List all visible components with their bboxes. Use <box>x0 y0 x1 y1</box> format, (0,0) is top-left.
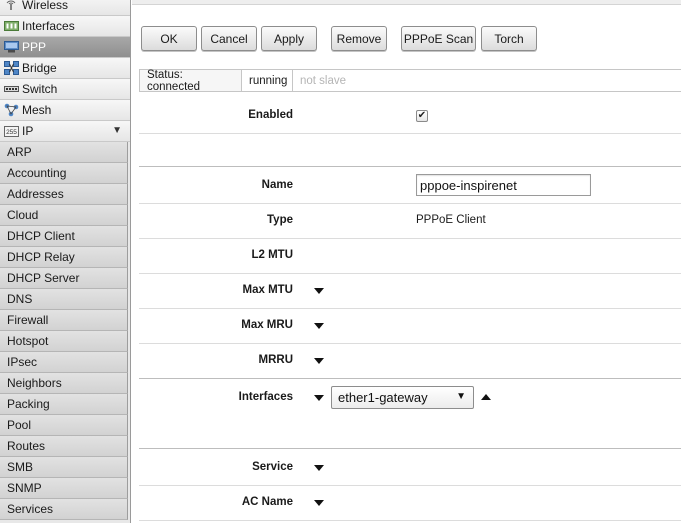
submenu-item-arp[interactable]: ARP <box>0 142 128 163</box>
submenu-item-routes[interactable]: Routes <box>0 436 128 457</box>
remove-button[interactable]: Remove <box>331 26 387 51</box>
submenu-item-pool[interactable]: Pool <box>0 415 128 436</box>
divider <box>139 238 681 239</box>
submenu-item-accounting[interactable]: Accounting <box>0 163 128 184</box>
expand-max-mtu-icon[interactable] <box>314 288 324 294</box>
l2mtu-label: L2 MTU <box>251 249 293 261</box>
name-label: Name <box>261 179 293 191</box>
submenu-item-snmp[interactable]: SNMP <box>0 478 128 499</box>
mesh-icon <box>3 103 19 117</box>
submenu-item-packing[interactable]: Packing <box>0 394 128 415</box>
status-connected: Status: connected <box>139 69 242 93</box>
divider <box>139 133 681 134</box>
submenu-item-cloud[interactable]: Cloud <box>0 205 128 226</box>
chevron-down-icon[interactable]: ▼ <box>112 125 122 136</box>
divider <box>139 203 681 204</box>
sidebar-item-label: Switch <box>22 82 58 96</box>
submenu-item-smb[interactable]: SMB <box>0 457 128 478</box>
type-label: Type <box>267 214 293 226</box>
interfaces-label: Interfaces <box>238 391 293 403</box>
bridge-icon <box>3 61 19 75</box>
torch-button[interactable]: Torch <box>481 26 537 51</box>
ppp-icon <box>3 40 19 54</box>
expand-ac-name-icon[interactable] <box>314 500 324 506</box>
switch-icon <box>3 82 19 96</box>
sidebar-item-wireless[interactable]: Wireless <box>0 0 130 16</box>
interfaces-icon <box>3 19 19 33</box>
submenu-item-dhcp-relay[interactable]: DHCP Relay <box>0 247 128 268</box>
remove-interface-icon[interactable] <box>481 394 491 400</box>
divider <box>139 273 681 274</box>
pppoe-scan-button[interactable]: PPPoE Scan <box>401 26 476 51</box>
max-mtu-label: Max MTU <box>242 284 293 296</box>
section-divider <box>139 448 681 449</box>
sidebar-item-ip[interactable]: 255 IP ▼ <box>0 121 130 142</box>
submenu-item-addresses[interactable]: Addresses <box>0 184 128 205</box>
section-divider <box>139 166 681 167</box>
sidebar-item-interfaces[interactable]: Interfaces <box>0 16 130 37</box>
submenu-item-ipsec[interactable]: IPsec <box>0 352 128 373</box>
sidebar-item-switch[interactable]: Switch <box>0 79 130 100</box>
submenu-item-neighbors[interactable]: Neighbors <box>0 373 128 394</box>
expand-max-mru-icon[interactable] <box>314 323 324 329</box>
dropdown-caret-icon: ▼ <box>456 391 466 402</box>
section-divider <box>139 378 681 379</box>
mrru-label: MRRU <box>258 354 294 366</box>
wireless-icon <box>3 0 19 12</box>
sidebar-item-label: Wireless <box>22 0 69 12</box>
sidebar-item-label: Interfaces <box>22 19 75 33</box>
interfaces-select[interactable]: ether1-gateway ▼ <box>331 386 474 409</box>
top-strip <box>132 0 681 5</box>
cancel-button[interactable]: Cancel <box>201 26 257 51</box>
submenu-item-dhcp-server[interactable]: DHCP Server <box>0 268 128 289</box>
apply-button[interactable]: Apply <box>261 26 317 51</box>
status-running: running <box>242 70 293 91</box>
sidebar-item-label: IP <box>22 124 34 138</box>
sidebar-item-label: Mesh <box>22 103 52 117</box>
interfaces-select-value: ether1-gateway <box>338 390 428 405</box>
ok-button[interactable]: OK <box>141 26 197 51</box>
svg-text:255: 255 <box>6 129 17 136</box>
sidebar: Wireless Interfaces PPP Bridge Switch Me… <box>0 0 131 523</box>
interfaces-collapse-icon[interactable] <box>314 395 324 401</box>
submenu-item-dhcp-client[interactable]: DHCP Client <box>0 226 128 247</box>
type-value: PPPoE Client <box>416 214 486 226</box>
submenu-item-firewall[interactable]: Firewall <box>0 310 128 331</box>
service-label: Service <box>252 461 293 473</box>
check-icon: ✔ <box>417 110 427 121</box>
divider <box>139 308 681 309</box>
submenu-item-dns[interactable]: DNS <box>0 289 128 310</box>
ip-icon: 255 <box>3 124 19 138</box>
expand-mrru-icon[interactable] <box>314 358 324 364</box>
name-input[interactable] <box>416 174 591 196</box>
ac-name-label: AC Name <box>241 496 293 508</box>
max-mru-label: Max MRU <box>241 319 293 331</box>
enabled-checkbox[interactable]: ✔ <box>416 110 428 122</box>
status-slave: not slave <box>300 74 347 87</box>
divider <box>139 485 681 486</box>
sidebar-item-ppp[interactable]: PPP <box>0 37 130 58</box>
sidebar-item-mesh[interactable]: Mesh <box>0 100 130 121</box>
enabled-label: Enabled <box>248 109 293 121</box>
sidebar-item-label: Bridge <box>22 61 57 75</box>
submenu-item-services[interactable]: Services <box>0 499 128 520</box>
sidebar-item-label: PPP <box>22 40 47 54</box>
expand-service-icon[interactable] <box>314 465 324 471</box>
submenu-item-hotspot[interactable]: Hotspot <box>0 331 128 352</box>
divider <box>139 343 681 344</box>
sidebar-item-bridge[interactable]: Bridge <box>0 58 130 79</box>
status-bar: Status: connected running not slave <box>139 69 681 93</box>
divider <box>139 520 681 521</box>
